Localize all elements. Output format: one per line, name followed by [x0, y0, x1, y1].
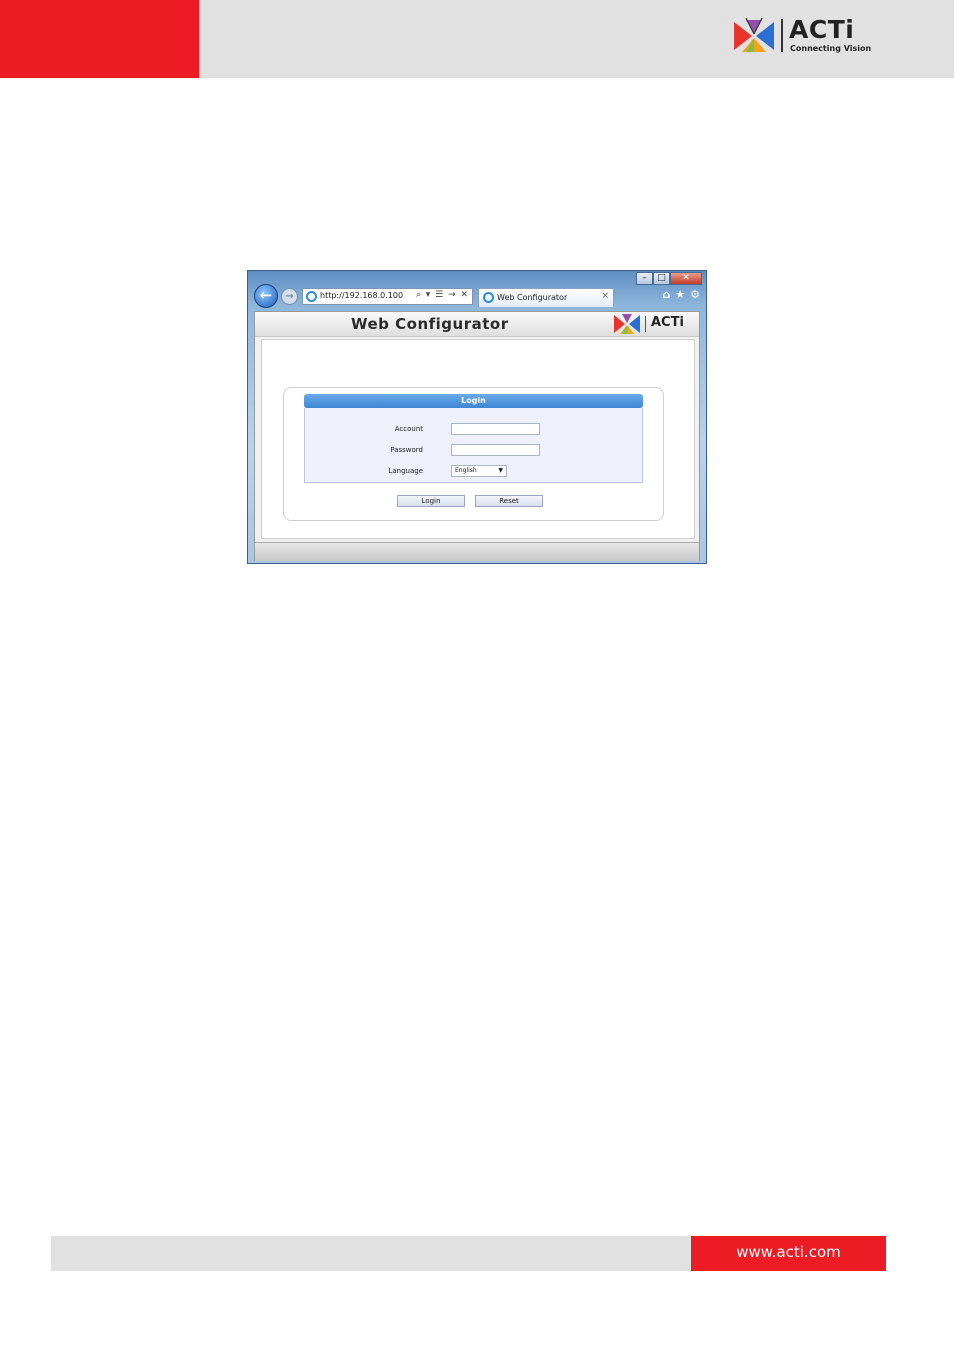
login-form: Account Password Language English ▼ [304, 408, 643, 483]
account-label: Account [394, 425, 423, 433]
configurator-page: Login Account Password Language English … [261, 339, 695, 539]
password-label: Password [390, 446, 423, 454]
language-select[interactable]: English ▼ [451, 465, 507, 477]
home-icon[interactable]: ⌂ [662, 289, 670, 301]
acti-brand: ACTi Connecting Vision [732, 15, 872, 56]
ie-tab-icon [483, 292, 494, 303]
tab-web-configurator[interactable]: Web Configurator × [478, 288, 614, 307]
configurator-title: Web Configurator [351, 315, 509, 333]
configurator-header: Web Configurator ACTi [255, 312, 699, 337]
ie-page-icon [306, 291, 317, 302]
login-button[interactable]: Login [397, 495, 465, 507]
brand-separator [781, 19, 783, 52]
language-label: Language [388, 467, 423, 475]
settings-gear-icon[interactable]: ⚙ [690, 289, 700, 301]
address-bar[interactable]: http://192.168.0.100 ⌕ ▾ ☰ → ✕ [302, 288, 473, 305]
reset-button[interactable]: Reset [475, 495, 543, 507]
favorites-star-icon[interactable]: ★ [675, 289, 685, 301]
footer-bar [51, 1236, 691, 1271]
chevron-down-icon: ▼ [498, 467, 503, 474]
tab-label: Web Configurator [497, 293, 568, 302]
login-card: Login Account Password Language English … [283, 387, 664, 521]
address-tools[interactable]: ⌕ ▾ ☰ → ✕ [416, 290, 469, 300]
header-red-block [0, 0, 199, 78]
account-input[interactable] [451, 423, 540, 435]
acti-small-logo-icon [614, 314, 640, 334]
language-selected: English [455, 467, 477, 474]
address-url[interactable]: http://192.168.0.100 [320, 291, 403, 300]
back-arrow-icon[interactable]: ← [254, 284, 278, 308]
footer-url-link[interactable]: www.acti.com [691, 1243, 886, 1261]
configurator-brand: ACTi [651, 315, 684, 330]
browser-toolbar: ⌂ ★ ⚙ [662, 289, 700, 301]
password-input[interactable] [451, 444, 540, 456]
browser-content: Web Configurator ACTi Login Account Pass… [254, 311, 700, 561]
forward-arrow-icon[interactable]: → [281, 288, 298, 305]
browser-screenshot: – □ ✕ ← → http://192.168.0.100 ⌕ ▾ ☰ → ✕… [247, 270, 707, 564]
login-heading: Login [304, 394, 643, 408]
brand-name: ACTi [789, 15, 855, 44]
browser-nav-row: ← → http://192.168.0.100 ⌕ ▾ ☰ → ✕ Web C… [252, 284, 704, 308]
acti-logo-icon [734, 18, 774, 52]
footer-red-block: www.acti.com [691, 1236, 886, 1271]
browser-status-bar [255, 542, 699, 561]
configurator-brand-separator [645, 316, 646, 332]
brand-tagline: Connecting Vision [790, 44, 872, 53]
tab-close-icon[interactable]: × [601, 291, 609, 301]
